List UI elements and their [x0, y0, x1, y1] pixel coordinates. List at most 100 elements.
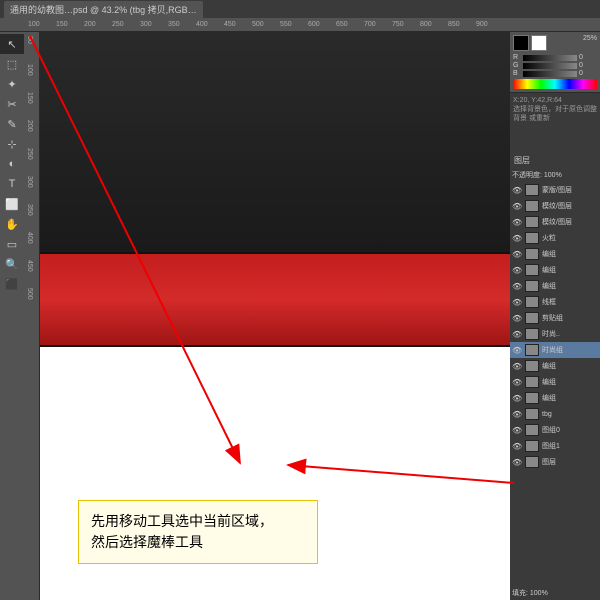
annotation-callout: 先用移动工具选中当前区域， 然后选择魔棒工具 [78, 500, 318, 564]
tool-10[interactable]: ▭ [0, 234, 24, 254]
layer-name: 图组1 [542, 441, 598, 451]
layer-thumb [525, 424, 539, 436]
layer-opacity-row: 不透明度: 100% [510, 168, 600, 182]
visibility-icon[interactable]: 👁 [512, 250, 522, 259]
foreground-swatch[interactable] [513, 35, 529, 51]
info-panel: X:20, Y:42,R:64 选择背景色，对于原色调整 背景 或重新 [510, 93, 600, 153]
ruler-horizontal: 1001502002503003504004505005506006507007… [0, 18, 600, 32]
layer-row[interactable]: 👁 火粒 [510, 230, 600, 246]
layer-thumb [525, 200, 539, 212]
visibility-icon[interactable]: 👁 [512, 346, 522, 355]
visibility-icon[interactable]: 👁 [512, 330, 522, 339]
visibility-icon[interactable]: 👁 [512, 218, 522, 227]
layer-fill-row: 填充: 100% [510, 586, 600, 600]
layer-thumb [525, 376, 539, 388]
tool-5[interactable]: ⊹ [0, 134, 24, 154]
visibility-icon[interactable]: 👁 [512, 426, 522, 435]
canvas-red-section [40, 252, 510, 347]
b-slider[interactable] [523, 71, 577, 77]
layer-row[interactable]: 👁 时尚.. [510, 326, 600, 342]
layer-row[interactable]: 👁 时尚组 [510, 342, 600, 358]
background-swatch[interactable] [531, 35, 547, 51]
layer-row[interactable]: 👁 蒙版/图层 [510, 182, 600, 198]
visibility-icon[interactable]: 👁 [512, 186, 522, 195]
tool-1[interactable]: ⬚ [0, 54, 24, 74]
ruler-vertical: 50100150200250300350400450500 [26, 32, 40, 600]
layer-thumb [525, 248, 539, 260]
tool-2[interactable]: ✦ [0, 74, 24, 94]
visibility-icon[interactable]: 👁 [512, 410, 522, 419]
layer-row[interactable]: 👁 编组 [510, 262, 600, 278]
layer-thumb [525, 456, 539, 468]
visibility-icon[interactable]: 👁 [512, 282, 522, 291]
visibility-icon[interactable]: 👁 [512, 362, 522, 371]
layer-thumb [525, 264, 539, 276]
layer-name: 编组 [542, 265, 598, 275]
layer-row[interactable]: 👁 图组1 [510, 438, 600, 454]
layer-name: 模纹/图层 [542, 217, 598, 227]
layer-name: 编组 [542, 281, 598, 291]
layer-row[interactable]: 👁 图组0 [510, 422, 600, 438]
tool-4[interactable]: ✎ [0, 114, 24, 134]
hue-strip[interactable] [513, 79, 597, 89]
tool-12[interactable]: ⬛ [0, 274, 24, 294]
layer-thumb [525, 312, 539, 324]
layer-name: 时尚组 [542, 345, 598, 355]
visibility-icon[interactable]: 👁 [512, 314, 522, 323]
tool-3[interactable]: ✂ [0, 94, 24, 114]
tools-toolbar: ↖⬚✦✂✎⊹◐T⬜✋▭🔍⬛ [0, 32, 26, 600]
layer-name: 蒙版/图层 [542, 185, 598, 195]
layer-thumb [525, 408, 539, 420]
visibility-icon[interactable]: 👁 [512, 298, 522, 307]
layer-name: 火粒 [542, 233, 598, 243]
zoom-pct: 25% [583, 35, 597, 51]
layer-name: 时尚.. [542, 329, 598, 339]
layer-name: 模纹/图层 [542, 201, 598, 211]
layer-row[interactable]: 👁 编组 [510, 278, 600, 294]
layer-thumb [525, 440, 539, 452]
layer-thumb [525, 296, 539, 308]
visibility-icon[interactable]: 👁 [512, 458, 522, 467]
color-panel: 25% R0 G0 B0 [510, 32, 600, 93]
layers-panel-header[interactable]: 图层 [510, 153, 600, 168]
layer-name: 编组 [542, 377, 598, 387]
tool-8[interactable]: ⬜ [0, 194, 24, 214]
layer-name: 图组0 [542, 425, 598, 435]
visibility-icon[interactable]: 👁 [512, 266, 522, 275]
layer-row[interactable]: 👁线框 [510, 294, 600, 310]
layer-row[interactable]: 👁编组 [510, 358, 600, 374]
visibility-icon[interactable]: 👁 [512, 442, 522, 451]
canvas-black-section [40, 32, 510, 252]
visibility-icon[interactable]: 👁 [512, 202, 522, 211]
g-slider[interactable] [523, 63, 577, 69]
layer-name: 图层 [542, 457, 598, 467]
document-tab[interactable]: 通用的幼教图…psd @ 43.2% (tbg 拷贝,RGB… [4, 1, 203, 18]
tool-7[interactable]: T [0, 174, 24, 194]
tool-9[interactable]: ✋ [0, 214, 24, 234]
layer-thumb [525, 216, 539, 228]
layer-row[interactable]: 👁 tbg [510, 406, 600, 422]
tool-11[interactable]: 🔍 [0, 254, 24, 274]
layer-row[interactable]: 👁 编组 [510, 374, 600, 390]
layer-row[interactable]: 👁 编组 [510, 246, 600, 262]
layer-name: 编组 [542, 249, 598, 259]
layer-row[interactable]: 👁 图层 [510, 454, 600, 470]
visibility-icon[interactable]: 👁 [512, 394, 522, 403]
layer-row[interactable]: 👁 模纹/图层 [510, 198, 600, 214]
layer-thumb [525, 232, 539, 244]
visibility-icon[interactable]: 👁 [512, 378, 522, 387]
layer-thumb [525, 280, 539, 292]
layer-row[interactable]: 👁 模纹/图层 [510, 214, 600, 230]
layer-name: tbg [542, 411, 598, 418]
layer-name: 编组 [542, 393, 598, 403]
right-panels: 25% R0 G0 B0 X:20, Y:42,R:64 选择背景色，对于原色调… [510, 32, 600, 600]
tool-6[interactable]: ◐ [0, 154, 24, 174]
r-slider[interactable] [523, 55, 577, 61]
layer-thumb [525, 360, 539, 372]
layer-name: 剪贴组 [542, 313, 598, 323]
tool-0[interactable]: ↖ [0, 34, 24, 54]
layer-row[interactable]: 👁 编组 [510, 390, 600, 406]
layer-row[interactable]: 👁 剪贴组 [510, 310, 600, 326]
layer-thumb [525, 344, 539, 356]
visibility-icon[interactable]: 👁 [512, 234, 522, 243]
